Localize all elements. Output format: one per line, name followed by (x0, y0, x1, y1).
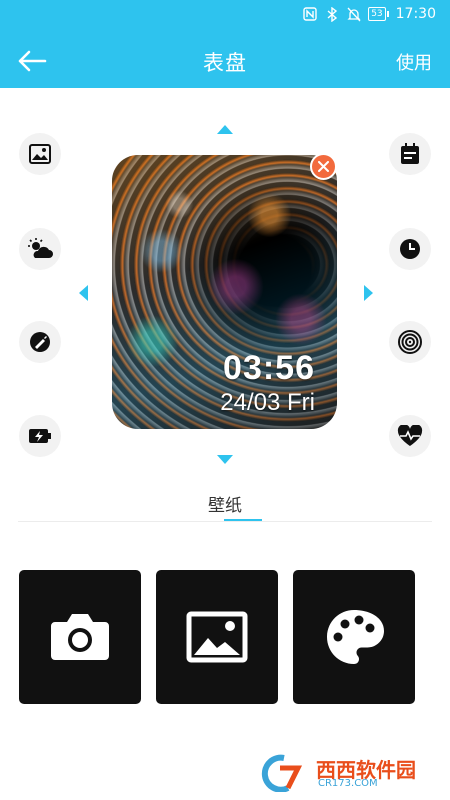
watermark-domain: CR173.COM (318, 778, 378, 789)
move-up-arrow[interactable] (217, 125, 233, 134)
battery-level: 53 (371, 8, 383, 19)
app-bar: 表盘 使用 (0, 34, 450, 88)
use-button[interactable]: 使用 (396, 49, 432, 75)
weather-icon (28, 238, 53, 258)
camera-option-button[interactable] (19, 570, 141, 704)
heart-rate-icon (397, 425, 423, 446)
clock-icon (400, 239, 420, 259)
tab-indicator (224, 519, 262, 521)
heart-rate-button[interactable] (389, 415, 431, 457)
move-down-arrow[interactable] (217, 455, 233, 464)
tab-bar: 壁纸 (18, 478, 432, 522)
status-icons: 53 17:30 (302, 6, 436, 22)
target-icon (398, 330, 422, 354)
mute-icon (346, 6, 362, 22)
watermark-mark-icon (261, 754, 303, 792)
gallery-icon (186, 611, 248, 663)
tab-wallpaper[interactable]: 壁纸 (18, 491, 432, 516)
watch-face-editor: 03:56 24/03 Fri (0, 88, 450, 478)
watch-face-preview[interactable]: 03:56 24/03 Fri (112, 155, 337, 429)
bluetooth-icon (324, 6, 340, 22)
remove-wallpaper-button[interactable] (310, 153, 337, 180)
move-left-arrow[interactable] (79, 285, 88, 301)
page-title: 表盘 (203, 51, 247, 75)
move-right-arrow[interactable] (364, 285, 373, 301)
palette-option-button[interactable] (293, 570, 415, 704)
palette-icon (327, 610, 384, 664)
calendar-button[interactable] (389, 133, 431, 175)
clock-button[interactable] (389, 228, 431, 270)
brush-button[interactable] (19, 321, 61, 363)
target-button[interactable] (389, 321, 431, 363)
calendar-icon (401, 143, 419, 164)
camera-icon (51, 614, 109, 660)
status-time: 17:30 (395, 6, 436, 22)
close-icon (318, 161, 329, 172)
watch-date: 24/03 Fri (220, 389, 315, 416)
gallery-option-button[interactable] (156, 570, 278, 704)
watermark-logo: 西西软件园 CR173.COM (252, 752, 442, 794)
weather-button[interactable] (19, 228, 61, 270)
battery-charging-icon (29, 429, 51, 443)
watch-time: 03:56 (223, 349, 315, 387)
image-button[interactable] (19, 133, 61, 175)
status-bar: 53 17:30 (0, 0, 450, 34)
image-icon (29, 144, 51, 164)
nfc-icon (302, 6, 318, 22)
battery-charging-button[interactable] (19, 415, 61, 457)
battery-icon: 53 (368, 7, 390, 21)
brush-icon (30, 332, 50, 352)
